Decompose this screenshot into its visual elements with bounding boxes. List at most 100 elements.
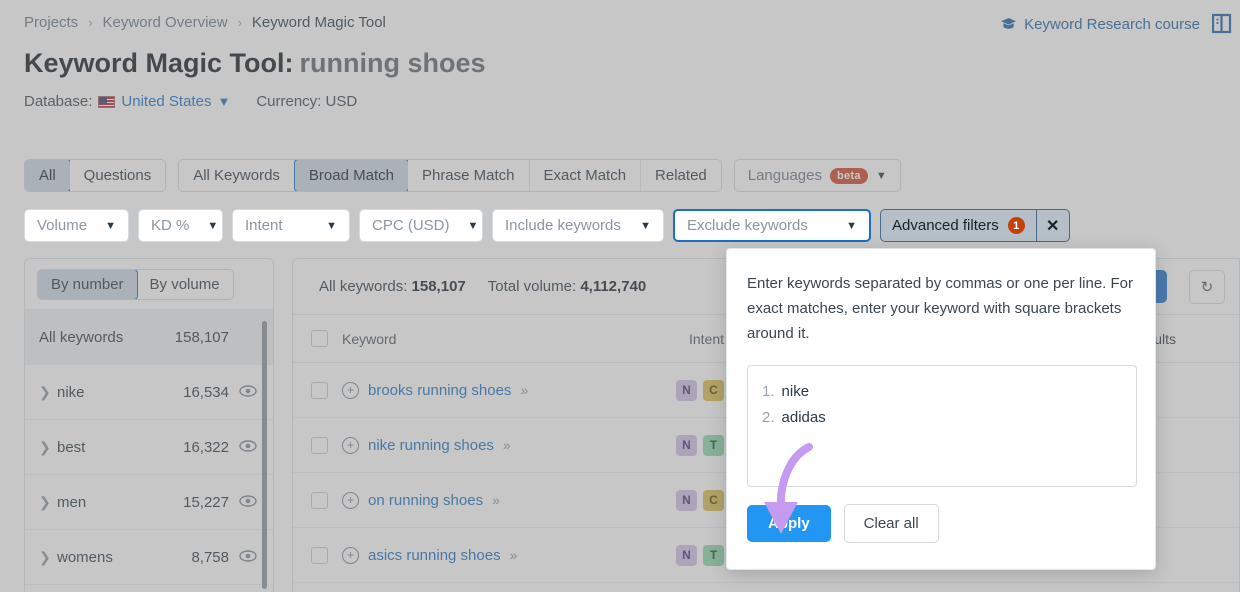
add-keyword-icon[interactable]: +	[342, 436, 359, 454]
chevron-down-icon: ▼	[846, 219, 857, 232]
graduation-cap-icon	[1001, 18, 1017, 29]
filter-include-keywords[interactable]: Include keywords ▼	[492, 209, 664, 242]
breadcrumb-item-keyword-overview[interactable]: Keyword Overview	[103, 14, 228, 31]
us-flag-icon	[98, 95, 116, 108]
sidebar-sort-by-number[interactable]: By number	[37, 270, 138, 299]
database-selector[interactable]: Database: United States ▼	[24, 93, 230, 110]
tab-group-match: All Keywords Broad Match Phrase Match Ex…	[178, 159, 722, 192]
sidebar-item-label: nike	[57, 383, 85, 401]
filter-include-label: Include keywords	[505, 217, 621, 234]
filter-cpc[interactable]: CPC (USD) ▼	[359, 209, 483, 242]
breadcrumb-item-projects[interactable]: Projects	[24, 14, 78, 31]
sidebar-item-label: best	[57, 438, 86, 456]
add-keyword-icon[interactable]: +	[342, 381, 359, 399]
tab-broad-match[interactable]: Broad Match	[293, 160, 409, 191]
keyword-link[interactable]: asics running shoes	[368, 547, 501, 564]
intent-tag-commercial[interactable]: C	[703, 379, 724, 401]
sidebar-item-all-keywords[interactable]: All keywords 158,107	[25, 310, 273, 365]
chevron-right-icon[interactable]: ❯	[39, 439, 57, 456]
tab-all[interactable]: All	[25, 160, 71, 191]
filter-intent[interactable]: Intent ▼	[232, 209, 350, 242]
keyword-line-text: adidas	[781, 409, 826, 426]
tab-related[interactable]: Related	[641, 160, 721, 191]
sidebar-item-count: 16,322	[183, 438, 229, 456]
eye-icon[interactable]	[239, 494, 257, 511]
row-checkbox[interactable]	[311, 546, 328, 564]
intent-tag-navigational[interactable]: N	[676, 379, 697, 401]
beta-badge: beta	[830, 167, 868, 184]
chevron-down-icon: ▼	[640, 219, 651, 232]
line-number: 2.	[762, 409, 775, 426]
page-root: Projects › Keyword Overview › Keyword Ma…	[0, 0, 1240, 592]
tab-all-keywords[interactable]: All Keywords	[179, 160, 295, 191]
sidebar-sort-by-volume[interactable]: By volume	[137, 270, 233, 299]
eye-icon[interactable]	[239, 439, 257, 456]
chevron-right-icon[interactable]: ❯	[39, 549, 57, 566]
chevron-down-icon: ▼	[875, 169, 887, 182]
breadcrumb-separator-icon: ›	[88, 15, 93, 30]
intent-tag-commercial[interactable]: C	[703, 489, 724, 511]
eye-icon[interactable]	[239, 549, 257, 566]
chevron-right-icon[interactable]: ❯	[39, 494, 57, 511]
close-icon[interactable]: ✕	[1037, 210, 1069, 241]
popup-hint-text: Enter keywords separated by commas or on…	[747, 275, 1134, 342]
breadcrumb-item-keyword-magic-tool[interactable]: Keyword Magic Tool	[252, 14, 386, 31]
page-title-keyword: running shoes	[299, 48, 486, 78]
sidebar-item-best[interactable]: ❯ best 16,322	[25, 420, 273, 475]
page-title: Keyword Magic Tool: running shoes	[24, 48, 486, 79]
keyword-link[interactable]: brooks running shoes	[368, 382, 511, 399]
keyword-research-course-link[interactable]: Keyword Research course	[1000, 16, 1200, 33]
double-chevron-right-icon[interactable]: »	[503, 437, 511, 453]
double-chevron-right-icon[interactable]: »	[510, 547, 518, 563]
add-keyword-icon[interactable]: +	[342, 546, 359, 564]
intent-tag-transactional[interactable]: T	[703, 434, 724, 456]
filter-volume[interactable]: Volume ▼	[24, 209, 129, 242]
popup-actions: Apply Clear all	[747, 504, 1135, 543]
chevron-right-icon[interactable]: ❯	[39, 384, 57, 401]
filter-cpc-label: CPC (USD)	[372, 217, 450, 234]
tab-exact-match[interactable]: Exact Match	[529, 160, 642, 191]
keyword-link[interactable]: on running shoes	[368, 492, 483, 509]
filter-kd[interactable]: KD % ▼	[138, 209, 223, 242]
column-header-intent[interactable]: Intent	[628, 331, 724, 347]
sidebar-item-nike[interactable]: ❯ nike 16,534	[25, 365, 273, 420]
course-link-label: Keyword Research course	[1024, 15, 1200, 33]
intent-tag-navigational[interactable]: N	[676, 544, 697, 566]
total-volume-value: 4,112,740	[580, 278, 647, 295]
column-header-keyword[interactable]: Keyword	[342, 331, 396, 347]
total-volume-label: Total volume:	[487, 278, 577, 295]
exclude-keywords-textarea[interactable]: 1. nike 2. adidas	[747, 365, 1137, 487]
tab-group-primary: All Questions	[24, 159, 167, 192]
row-checkbox[interactable]	[311, 436, 328, 454]
refresh-icon[interactable]: ↻	[1189, 269, 1225, 304]
apply-button[interactable]: Apply	[747, 505, 831, 542]
filter-exclude-keywords[interactable]: Exclude keywords ▼	[673, 209, 871, 242]
intent-tag-transactional[interactable]: T	[703, 544, 724, 566]
intent-tag-navigational[interactable]: N	[676, 434, 697, 456]
exclude-keywords-popup: Enter keywords separated by commas or on…	[726, 248, 1156, 570]
row-checkbox[interactable]	[311, 381, 328, 399]
clear-all-button[interactable]: Clear all	[843, 504, 939, 543]
double-chevron-right-icon[interactable]: »	[520, 382, 528, 398]
row-checkbox[interactable]	[311, 491, 328, 509]
eye-icon[interactable]	[239, 384, 257, 401]
sidebar-item-womens[interactable]: ❯ womens 8,758	[25, 530, 273, 585]
double-chevron-right-icon[interactable]: »	[492, 492, 500, 508]
tab-questions[interactable]: Questions	[69, 160, 166, 191]
intent-tag-navigational[interactable]: N	[676, 489, 697, 511]
tab-phrase-match[interactable]: Phrase Match	[407, 160, 530, 191]
sidebar-item-label: womens	[57, 548, 113, 566]
select-all-checkbox[interactable]	[311, 330, 328, 347]
currency-label: Currency: USD	[256, 93, 358, 110]
all-keywords-label: All keywords:	[319, 278, 408, 295]
advanced-filters-label: Advanced filters	[892, 217, 999, 234]
sidebar-item-men[interactable]: ❯ men 15,227	[25, 475, 273, 530]
keyword-link[interactable]: nike running shoes	[368, 437, 494, 454]
languages-dropdown[interactable]: Languages beta ▼	[733, 159, 901, 192]
sidebar-header: By number By volume	[25, 259, 273, 310]
sidebar-scrollbar[interactable]	[262, 321, 267, 589]
chevron-down-icon: ▼	[217, 94, 231, 109]
book-icon[interactable]	[1212, 13, 1232, 35]
advanced-filters-button[interactable]: Advanced filters 1	[881, 210, 1037, 241]
add-keyword-icon[interactable]: +	[342, 491, 359, 509]
